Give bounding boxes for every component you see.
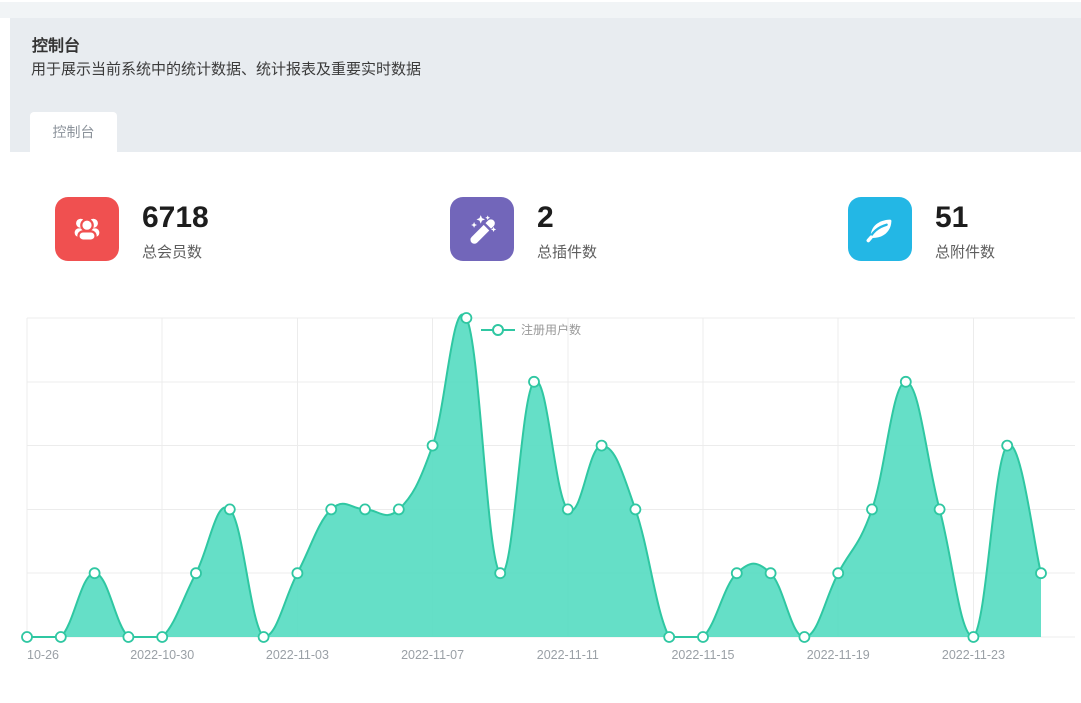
data-point[interactable] [56,632,66,642]
data-point[interactable] [833,568,843,578]
data-point[interactable] [935,504,945,514]
data-point[interactable] [563,504,573,514]
stat-label-members: 总会员数 [142,241,209,262]
x-axis-tick-label: 2022-11-23 [942,648,1005,662]
users-group-icon [55,197,119,261]
stat-value-members: 6718 [142,203,209,233]
data-point[interactable] [664,632,674,642]
area-series-fill [27,314,1041,637]
data-point[interactable] [22,632,32,642]
top-strip [0,2,1081,18]
data-point[interactable] [1036,568,1046,578]
x-axis-tick-label: 2022-11-03 [266,648,329,662]
data-point[interactable] [698,632,708,642]
data-point[interactable] [123,632,133,642]
data-point[interactable] [968,632,978,642]
data-point[interactable] [259,632,269,642]
stat-label-attachments: 总附件数 [935,241,995,262]
leaf-icon [848,197,912,261]
data-point[interactable] [292,568,302,578]
data-point[interactable] [732,568,742,578]
tab-console[interactable]: 控制台 [30,112,117,152]
data-point[interactable] [495,568,505,578]
page-header: 控制台 用于展示当前系统中的统计数据、统计报表及重要实时数据 控制台 [10,18,1081,152]
data-point[interactable] [394,504,404,514]
data-point[interactable] [90,568,100,578]
dashboard-page: { "page": { "title": "控制台", "subtitle": … [0,0,1081,703]
data-point[interactable] [157,632,167,642]
x-axis-tick-label: 2022-10-30 [130,648,194,662]
data-point[interactable] [461,313,471,323]
data-point[interactable] [360,504,370,514]
data-point[interactable] [597,441,607,451]
x-axis-tick-label: 2022-11-07 [401,648,464,662]
data-point[interactable] [529,377,539,387]
data-point[interactable] [799,632,809,642]
data-point[interactable] [766,568,776,578]
data-point[interactable] [428,441,438,451]
tab-console-label: 控制台 [53,122,95,142]
data-point[interactable] [867,504,877,514]
legend-label: 注册用户数 [521,321,581,338]
stat-card-plugins: 2 总插件数 [450,197,597,262]
stat-card-attachments: 51 总附件数 [848,197,995,262]
stat-card-members: 6718 总会员数 [55,197,209,262]
legend-line-marker-icon [481,323,515,337]
data-point[interactable] [191,568,201,578]
page-subtitle: 用于展示当前系统中的统计数据、统计报表及重要实时数据 [31,58,421,79]
x-axis-tick-label: 2022-11-15 [671,648,734,662]
stat-value-attachments: 51 [935,203,995,233]
x-axis-labels: 10-26 2022-10-30 2022-11-03 2022-11-07 2022-… [27,648,1005,662]
data-point[interactable] [901,377,911,387]
legend-item-registered-users[interactable]: 注册用户数 [481,321,581,338]
x-axis-tick-label: 10-26 [27,648,59,662]
data-point[interactable] [225,504,235,514]
x-axis-tick-label: 2022-11-11 [537,648,599,662]
data-point[interactable] [326,504,336,514]
x-axis-tick-label: 2022-11-19 [807,648,870,662]
stat-label-plugins: 总插件数 [537,241,597,262]
data-point[interactable] [630,504,640,514]
stat-value-plugins: 2 [537,203,597,233]
data-point[interactable] [1002,441,1012,451]
page-title: 控制台 [32,32,80,56]
registered-users-chart[interactable]: 10-26 2022-10-30 2022-11-03 2022-11-07 2022-… [0,300,1081,680]
magic-wand-icon [450,197,514,261]
